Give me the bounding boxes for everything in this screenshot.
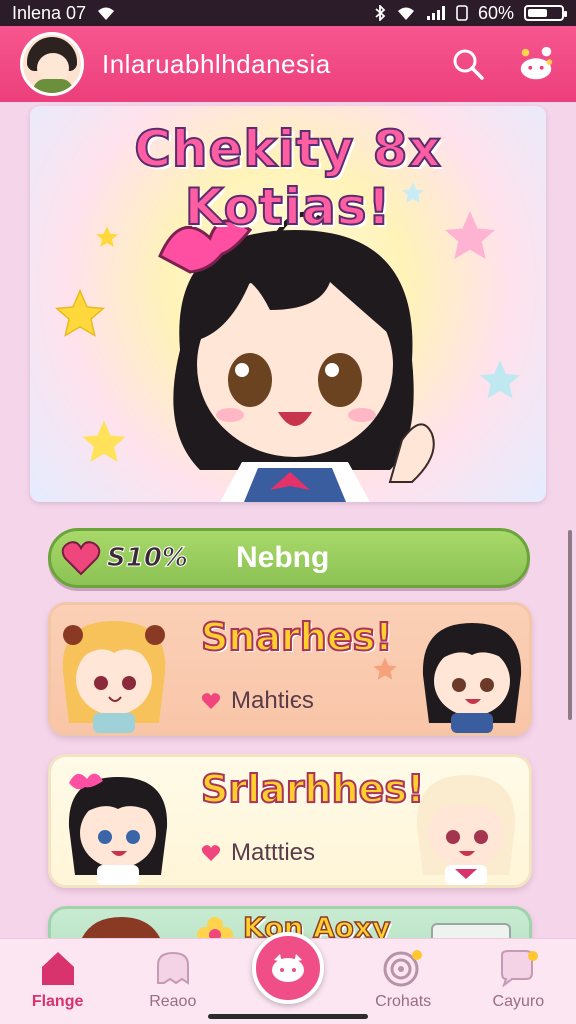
feature-card[interactable]: Srlarhhes! Mattties bbox=[48, 754, 532, 888]
dark-hair-chibi-illustration bbox=[422, 623, 522, 733]
nav-item-home[interactable]: Flange bbox=[0, 939, 115, 1024]
search-button[interactable] bbox=[448, 44, 488, 84]
feature-card[interactable]: Snarhes! Mahtiєs bbox=[48, 602, 532, 736]
face-icon bbox=[272, 954, 304, 982]
main-content[interactable]: Chekity 8x Kotias! S10% Nebng Snarhes! M… bbox=[0, 102, 576, 938]
card-subtitle-row: Mahtiєs bbox=[201, 687, 314, 715]
star-icon bbox=[480, 360, 520, 399]
game-button[interactable] bbox=[516, 44, 556, 84]
card-title: Srlarhhes! bbox=[200, 766, 425, 812]
card-subtitle: Mattties bbox=[231, 839, 316, 866]
chibi-character-illustration bbox=[158, 211, 435, 502]
ghost-icon bbox=[156, 951, 189, 985]
hero-banner[interactable]: Chekity 8x Kotias! bbox=[30, 106, 546, 502]
nav-label: Flange bbox=[31, 993, 84, 1010]
game-icon bbox=[520, 46, 553, 80]
flower-icon bbox=[197, 917, 233, 938]
avatar[interactable] bbox=[20, 32, 84, 96]
battery-icon bbox=[524, 5, 567, 21]
character-peek-illustration bbox=[81, 917, 161, 938]
search-icon bbox=[453, 49, 484, 80]
app-title: Inlaruabhlhdanesia bbox=[102, 48, 331, 79]
nav-label: Crohats bbox=[375, 993, 432, 1010]
pill-percent: S10% bbox=[107, 543, 189, 574]
avatar-shirt bbox=[33, 79, 73, 93]
home-icon bbox=[41, 952, 74, 985]
bluetooth-icon bbox=[375, 5, 386, 21]
card-image-placeholder bbox=[431, 923, 511, 938]
blonde-chibi-illustration bbox=[62, 621, 166, 733]
target-icon bbox=[383, 950, 423, 987]
nav-item-crohats[interactable]: Crohats bbox=[346, 939, 461, 1024]
nav-label: Reaoo bbox=[149, 993, 197, 1010]
card-subtitle: Mahtiєs bbox=[231, 687, 314, 714]
chat-icon bbox=[501, 950, 539, 987]
banner-title: Chekity 8x Kotias! bbox=[133, 119, 442, 237]
heart-icon bbox=[59, 536, 103, 580]
card-title: Snarhes! bbox=[200, 614, 394, 660]
signal-icon bbox=[426, 6, 445, 20]
progress-pill[interactable]: S10% Nebng bbox=[48, 528, 530, 588]
nav-item-cayuro[interactable]: Cayuro bbox=[461, 939, 576, 1024]
heart-icon bbox=[201, 845, 221, 861]
star-icon bbox=[54, 288, 106, 337]
home-indicator bbox=[208, 1014, 368, 1019]
header-actions bbox=[448, 44, 556, 84]
battery-fill bbox=[528, 9, 548, 17]
battery-percent: 60% bbox=[477, 2, 514, 23]
pill-label: Nebng bbox=[235, 541, 330, 574]
heart-icon bbox=[201, 693, 221, 709]
nav-label: Cayuro bbox=[492, 993, 545, 1010]
star-icon bbox=[82, 420, 126, 462]
card-title: Kon Aoxy bbox=[242, 910, 391, 938]
nav-item-reaoo[interactable]: Reaoo bbox=[115, 939, 230, 1024]
wifi-icon bbox=[98, 7, 115, 20]
sim-icon bbox=[456, 5, 468, 21]
status-bar: Inlena 07 60% bbox=[0, 0, 576, 26]
center-action-button[interactable] bbox=[252, 932, 324, 1004]
bow-chibi-illustration bbox=[68, 773, 168, 885]
scrollbar[interactable] bbox=[568, 530, 572, 720]
carrier-label: Inlena 07 bbox=[12, 2, 87, 23]
cream-hair-chibi-illustration bbox=[416, 775, 516, 885]
star-icon bbox=[373, 657, 397, 680]
app-header: Inlaruabhlhdanesia bbox=[0, 26, 576, 102]
wifi-icon-2 bbox=[397, 7, 414, 20]
card-subtitle-row: Mattties bbox=[201, 839, 315, 867]
